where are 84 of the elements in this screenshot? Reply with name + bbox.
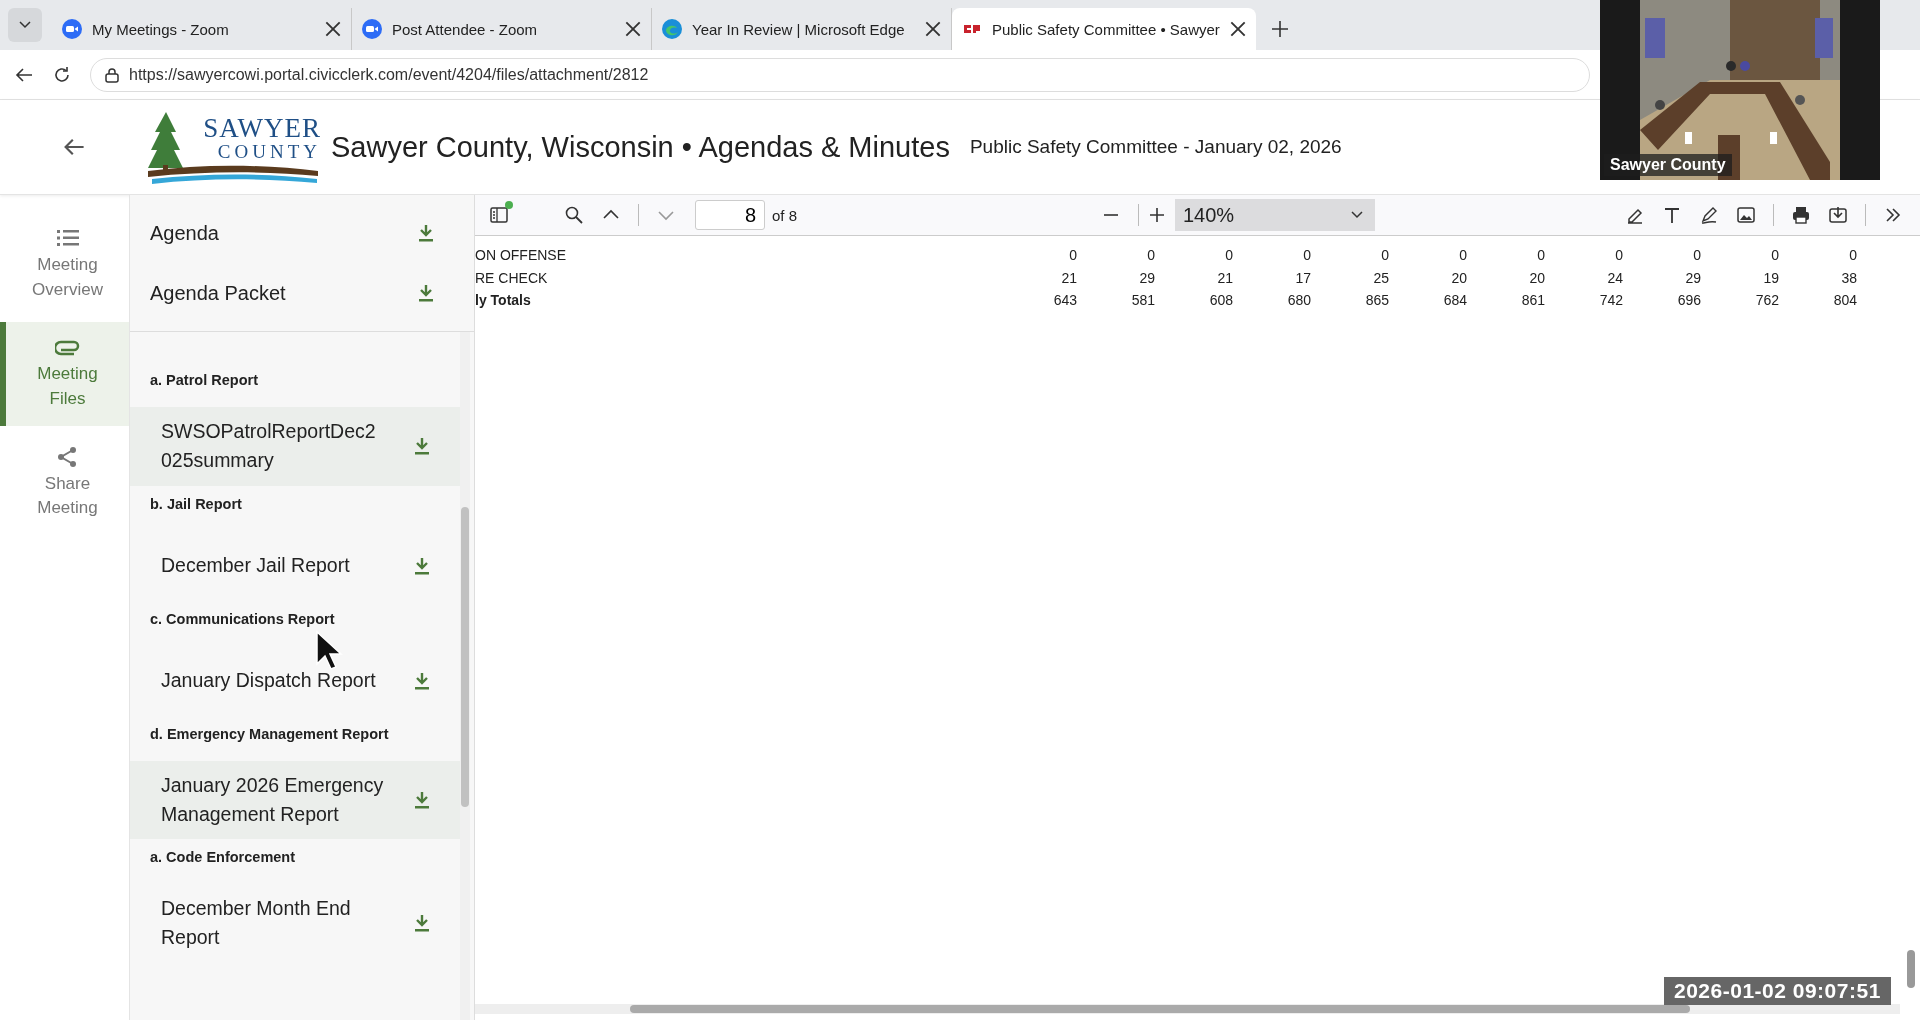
tab-list-button[interactable] [8, 8, 42, 42]
table-cell-text: 24 [1606, 269, 1623, 286]
table-cell-text: 865 [1364, 292, 1389, 309]
download-icon[interactable] [1828, 205, 1848, 225]
table-cell-text: 0 [1458, 247, 1467, 264]
row-label: ly Totals [475, 292, 532, 309]
section-heading: a. Code Enforcement [150, 849, 296, 866]
table-cell-text: 19 [1762, 269, 1779, 286]
mouse-pointer-icon [315, 629, 343, 670]
table-cell-text: 0 [1614, 247, 1623, 264]
video-camera-icon [62, 19, 82, 39]
table-cell-text: 20 [1450, 269, 1467, 286]
sidebar-tab[interactable]: Meeting Overview [0, 213, 129, 317]
table-cell-text: 581 [1130, 292, 1155, 309]
meeting-title: Public Safety Committee - January 02, 2026 [969, 136, 1342, 158]
list-icon [54, 227, 81, 249]
section-heading: a. Patrol Report [150, 372, 258, 389]
table-cell-text: 20 [1528, 269, 1545, 286]
address-field[interactable]: https://sawyercowi.portal.civicclerk.com/event/4204/files/attachment/2812 [90, 57, 1590, 92]
table-cell-text: 0 [1302, 247, 1311, 264]
table-cell-text: 29 [1684, 269, 1701, 286]
scrollbar[interactable] [475, 1004, 1900, 1014]
table-cell-text: 742 [1598, 292, 1623, 309]
sidebar-tab[interactable]: Meeting Files [0, 322, 129, 426]
close-icon[interactable] [925, 21, 941, 37]
file-link[interactable]: Agenda Packet [130, 263, 474, 323]
page-number-field[interactable]: 8 [695, 200, 765, 230]
table-cell-text: 21 [1060, 269, 1077, 286]
row-label: RE CHECK [475, 269, 549, 286]
close-icon[interactable] [325, 21, 341, 37]
table-cell-text: 608 [1208, 292, 1233, 309]
table-cell-text: 684 [1442, 292, 1467, 309]
section-heading: b. Jail Report [150, 495, 242, 513]
reload-icon[interactable] [52, 64, 72, 85]
zoom-dropdown[interactable]: 140% [1175, 199, 1375, 231]
file-item[interactable]: December Jail Report [130, 530, 460, 601]
table-cell-text: 0 [1068, 247, 1077, 264]
table-cell-text: 696 [1676, 292, 1701, 309]
browser-tab[interactable]: Public Safety Committee • Sawyer [952, 8, 1256, 50]
table-cell-text: 643 [1052, 292, 1077, 309]
table-cell-text: 762 [1754, 292, 1779, 309]
file-item[interactable]: January 2026 Emergency Management Report [130, 760, 460, 839]
row-label: ON OFFENSE [475, 247, 567, 264]
close-icon[interactable] [1229, 21, 1246, 37]
chevron-down-icon [19, 21, 31, 29]
video-camera-icon [362, 19, 382, 39]
table-cell-text: 0 [1146, 247, 1155, 264]
image-icon[interactable] [1736, 205, 1756, 225]
section-heading: d. Emergency Management Report [150, 725, 389, 743]
section-heading: c. Communications Report [150, 610, 335, 628]
scrollbar[interactable] [460, 332, 470, 1020]
table-cell-text: 0 [1380, 247, 1389, 264]
table-cell-text: 0 [1848, 247, 1857, 264]
text-icon[interactable] [1662, 205, 1682, 225]
file-item[interactable]: SWSOPatrolReportDec2025summary [130, 407, 460, 486]
table-cell-text: 17 [1294, 269, 1311, 286]
sidebar-tab[interactable]: Share Meeting [0, 431, 129, 535]
timestamp: 2026-01-02 09:07:51 [1664, 977, 1891, 1005]
table-cell-text: 0 [1770, 247, 1779, 264]
table-cell-text: 38 [1840, 269, 1857, 286]
table-cell-text: 21 [1216, 269, 1233, 286]
file-link[interactable]: Agenda [130, 203, 474, 263]
table-cell-text: 861 [1520, 292, 1545, 309]
table-cell-text: 804 [1832, 292, 1857, 309]
table-cell-text: 0 [1536, 247, 1545, 264]
page-count: of 8 [772, 206, 798, 224]
table-cell-text: 0 [1692, 247, 1701, 264]
lock-icon [105, 66, 119, 83]
file-item[interactable]: December Month End Report [130, 884, 460, 963]
chevron-down-icon [1351, 211, 1363, 219]
file-item[interactable]: January Dispatch Report [130, 645, 460, 716]
county-logo: SAWYER COUNTY [146, 107, 321, 187]
plus-icon[interactable] [1147, 205, 1167, 225]
search-icon[interactable] [564, 205, 584, 225]
table-cell-text: 25 [1372, 269, 1389, 286]
table-cell-text: 680 [1286, 292, 1311, 309]
pen-icon[interactable] [1699, 205, 1719, 225]
close-icon[interactable] [625, 21, 641, 37]
swirl-icon [662, 19, 682, 39]
print-icon[interactable] [1791, 205, 1811, 225]
table-cell-text: 0 [1224, 247, 1233, 264]
plus-icon[interactable] [1269, 19, 1290, 39]
page-title: Sawyer County, Wisconsin • Agendas & Minutes [331, 130, 950, 164]
table-cell-text: 29 [1138, 269, 1155, 286]
